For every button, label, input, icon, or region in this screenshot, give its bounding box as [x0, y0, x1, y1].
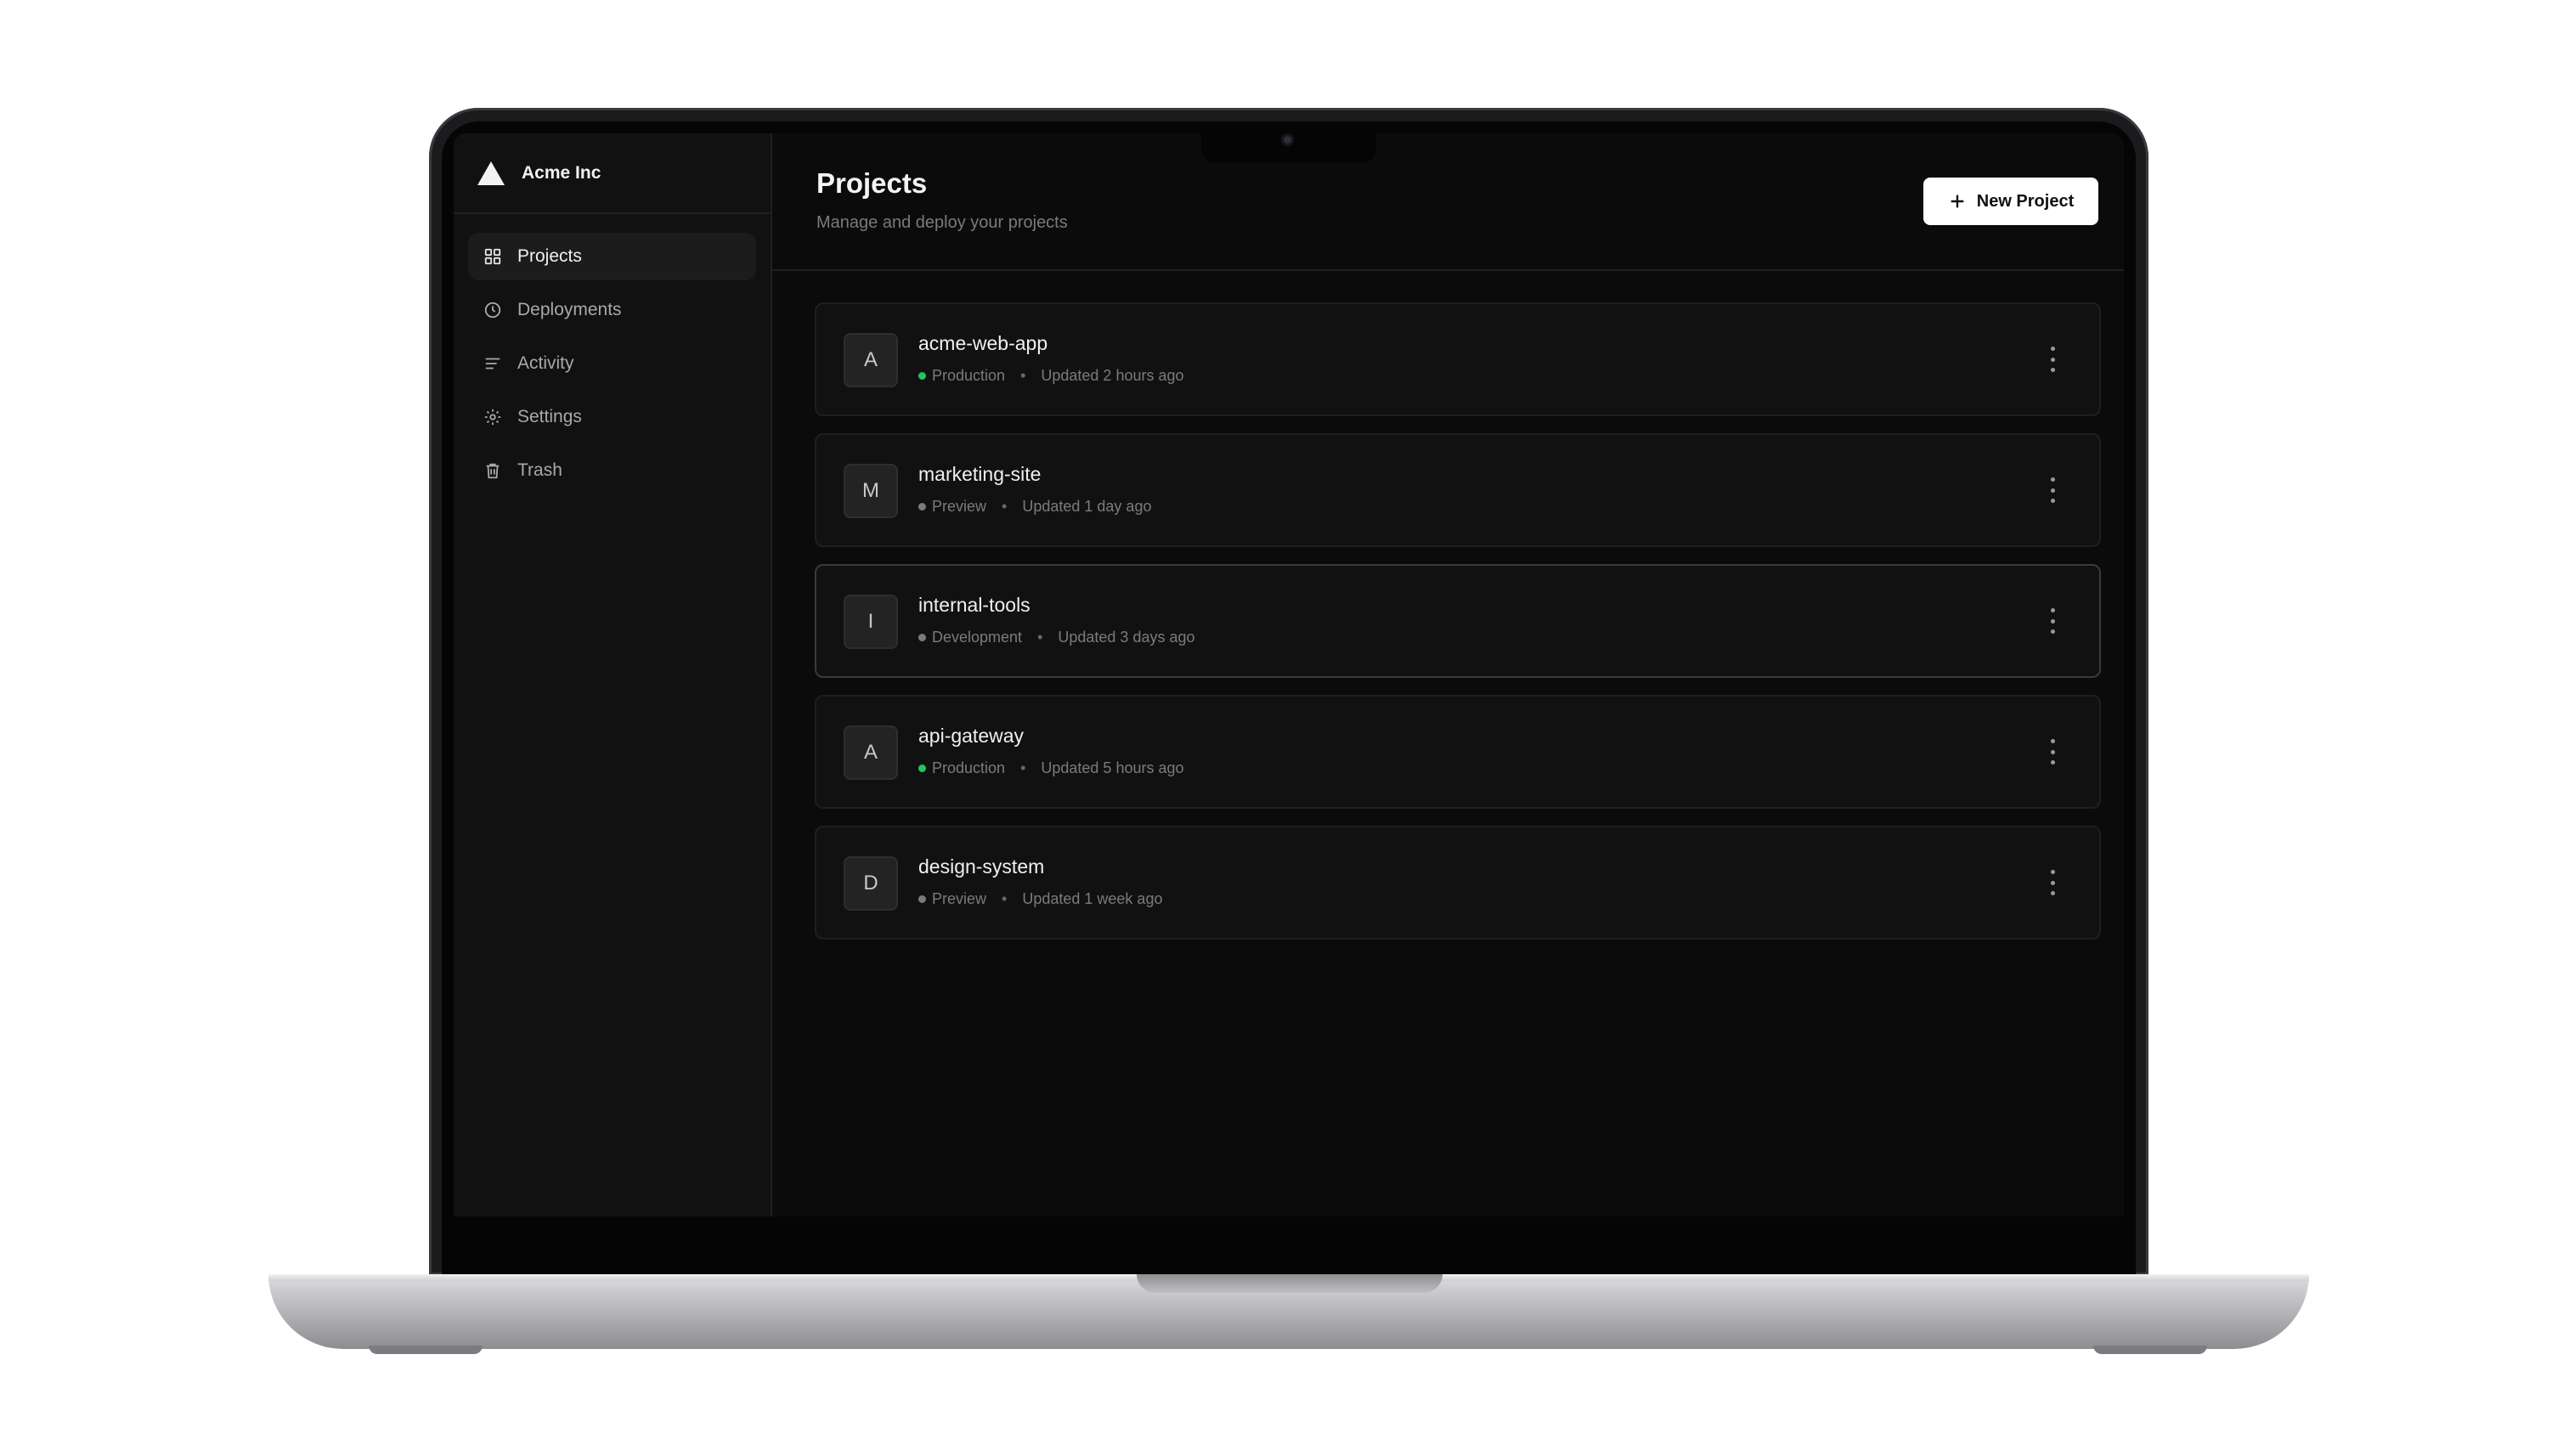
project-card[interactable]: I internal-tools Development • Updated 3…	[815, 564, 2101, 678]
triangle-logo-icon	[477, 161, 505, 185]
status-dot	[918, 765, 926, 772]
workspace-switcher[interactable]: Acme Inc	[454, 133, 771, 214]
sidebar-item-projects[interactable]: Projects	[468, 233, 756, 280]
workspace-name: Acme Inc	[522, 162, 601, 183]
project-meta: Preview • Updated 1 week ago	[918, 890, 1162, 908]
project-updated: Updated 3 days ago	[1058, 629, 1195, 646]
new-project-button[interactable]: New Project	[1923, 178, 2098, 225]
project-avatar: M	[844, 464, 898, 518]
sidebar-item-deployments[interactable]: Deployments	[468, 286, 756, 334]
status-dot	[918, 895, 926, 903]
project-status: Preview	[932, 890, 987, 907]
page-subtitle: Manage and deploy your projects	[816, 213, 1068, 232]
more-options-icon[interactable]	[2048, 870, 2057, 895]
status-dot	[918, 372, 926, 380]
sidebar: Acme Inc Projects Deployments Activity S…	[454, 133, 772, 1216]
laptop-hinge-cutout	[1137, 1274, 1443, 1293]
more-options-icon[interactable]	[2048, 739, 2057, 765]
status-dot	[918, 503, 926, 511]
project-name[interactable]: api-gateway	[918, 725, 1024, 748]
laptop-foot-left	[369, 1346, 483, 1354]
meta-separator: •	[1002, 890, 1008, 907]
project-status: Development	[932, 629, 1023, 646]
sidebar-nav: Projects Deployments Activity Settings T…	[454, 214, 771, 494]
project-updated: Updated 2 hours ago	[1041, 367, 1184, 384]
project-status: Production	[932, 367, 1006, 384]
project-card[interactable]: D design-system Preview • Updated 1 week…	[815, 826, 2101, 940]
gear-icon	[484, 409, 501, 426]
project-name[interactable]: internal-tools	[918, 594, 1030, 617]
page-header: Projects Manage and deploy your projects…	[772, 133, 2124, 271]
project-updated: Updated 1 week ago	[1022, 890, 1163, 907]
sidebar-item-label: Deployments	[517, 300, 622, 319]
project-meta: Preview • Updated 1 day ago	[918, 498, 1151, 516]
project-card[interactable]: M marketing-site Preview • Updated 1 day…	[815, 433, 2101, 547]
project-status: Production	[932, 759, 1006, 776]
project-meta: Production • Updated 5 hours ago	[918, 759, 1184, 777]
sidebar-item-label: Projects	[517, 246, 582, 266]
new-project-label: New Project	[1976, 191, 2075, 211]
meta-separator: •	[1002, 498, 1008, 515]
project-avatar: I	[844, 595, 898, 649]
project-updated: Updated 1 day ago	[1022, 498, 1152, 515]
sidebar-item-label: Activity	[517, 353, 574, 373]
meta-separator: •	[1037, 629, 1043, 646]
camera-icon	[1281, 133, 1294, 146]
project-updated: Updated 5 hours ago	[1041, 759, 1184, 776]
plus-icon	[1951, 195, 1964, 208]
sidebar-item-settings[interactable]: Settings	[468, 393, 756, 441]
sidebar-item-activity[interactable]: Activity	[468, 340, 756, 387]
project-name[interactable]: design-system	[918, 855, 1044, 878]
main-content: Projects Manage and deploy your projects…	[772, 133, 2124, 1216]
meta-separator: •	[1020, 759, 1026, 776]
project-meta: Production • Updated 2 hours ago	[918, 367, 1184, 385]
list-icon	[485, 358, 500, 370]
project-status: Preview	[932, 498, 987, 515]
project-name[interactable]: marketing-site	[918, 463, 1041, 486]
project-meta: Development • Updated 3 days ago	[918, 629, 1195, 646]
project-card[interactable]: A acme-web-app Production • Updated 2 ho…	[815, 302, 2101, 416]
grid-icon	[484, 248, 501, 265]
project-avatar: A	[844, 725, 898, 780]
trash-icon	[486, 463, 500, 479]
laptop-foot-right	[2093, 1346, 2207, 1354]
more-options-icon[interactable]	[2048, 477, 2057, 503]
project-avatar: D	[844, 856, 898, 911]
project-avatar: A	[844, 333, 898, 387]
clock-icon	[484, 302, 501, 319]
sidebar-item-label: Trash	[517, 460, 562, 480]
project-list: A acme-web-app Production • Updated 2 ho…	[815, 302, 2101, 957]
sidebar-item-trash[interactable]: Trash	[468, 447, 756, 494]
page-title: Projects	[816, 167, 928, 199]
more-options-icon[interactable]	[2048, 347, 2057, 372]
app-screen: Acme Inc Projects Deployments Activity S…	[454, 133, 2124, 1216]
meta-separator: •	[1020, 367, 1026, 384]
project-name[interactable]: acme-web-app	[918, 332, 1047, 355]
sidebar-item-label: Settings	[517, 407, 582, 426]
project-card[interactable]: A api-gateway Production • Updated 5 hou…	[815, 695, 2101, 809]
more-options-icon[interactable]	[2048, 608, 2057, 634]
status-dot	[918, 634, 926, 641]
